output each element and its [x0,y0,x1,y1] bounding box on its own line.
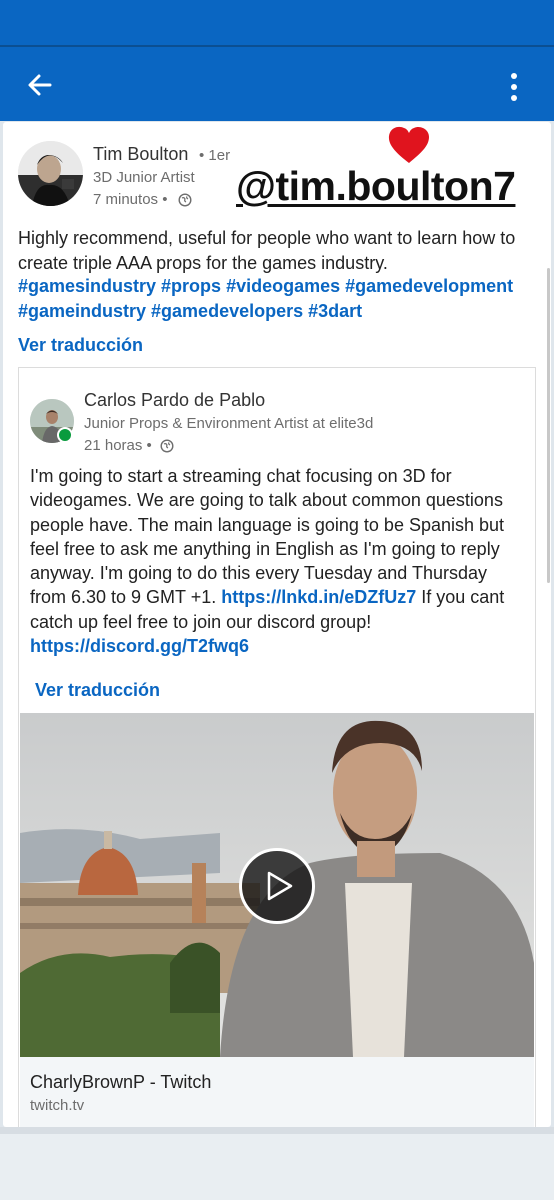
link-preview-title[interactable]: CharlyBrownP - Twitch [30,1072,211,1093]
bottom-area [0,1127,554,1200]
globe-icon [178,193,192,207]
lnkd-link[interactable]: https://lnkd.in/eDZfUz7 [221,587,416,607]
shared-see-translation-link[interactable]: Ver traducción [35,680,160,701]
author-name[interactable]: Tim Boulton [93,144,188,165]
more-vertical-icon [511,73,517,79]
post-hashtags[interactable]: #gamesindustry #props #videogames #gamed… [18,274,543,323]
back-button[interactable] [22,67,58,103]
more-options-button[interactable] [500,65,528,105]
shared-post-text: I'm going to start a streaming chat focu… [30,464,526,658]
author-headline: 3D Junior Artist [93,169,195,186]
play-button[interactable] [239,848,315,924]
author-photo [18,141,83,206]
status-bar [0,0,554,46]
app-bar [0,47,554,121]
shared-author-name[interactable]: Carlos Pardo de Pablo [84,390,265,411]
link-preview-domain: twitch.tv [30,1097,85,1114]
see-translation-link[interactable]: Ver traducción [18,335,143,356]
globe-icon [160,439,174,453]
scrollbar[interactable] [547,268,550,583]
play-icon [267,871,293,901]
online-status-badge [57,427,73,443]
connection-degree: • 1er [199,147,231,164]
arrow-left-icon [28,74,52,96]
watermark-handle: @tim.boulton7 [236,163,516,209]
post-timestamp: 7 minutos • [93,191,168,208]
author-avatar[interactable] [18,141,83,206]
post-text: Highly recommend, useful for people who … [18,228,516,273]
discord-link[interactable]: https://discord.gg/T2fwq6 [30,636,249,656]
shared-post-timestamp: 21 horas • [84,437,152,454]
heart-icon [388,126,429,163]
shared-author-headline: Junior Props & Environment Artist at eli… [84,415,374,432]
